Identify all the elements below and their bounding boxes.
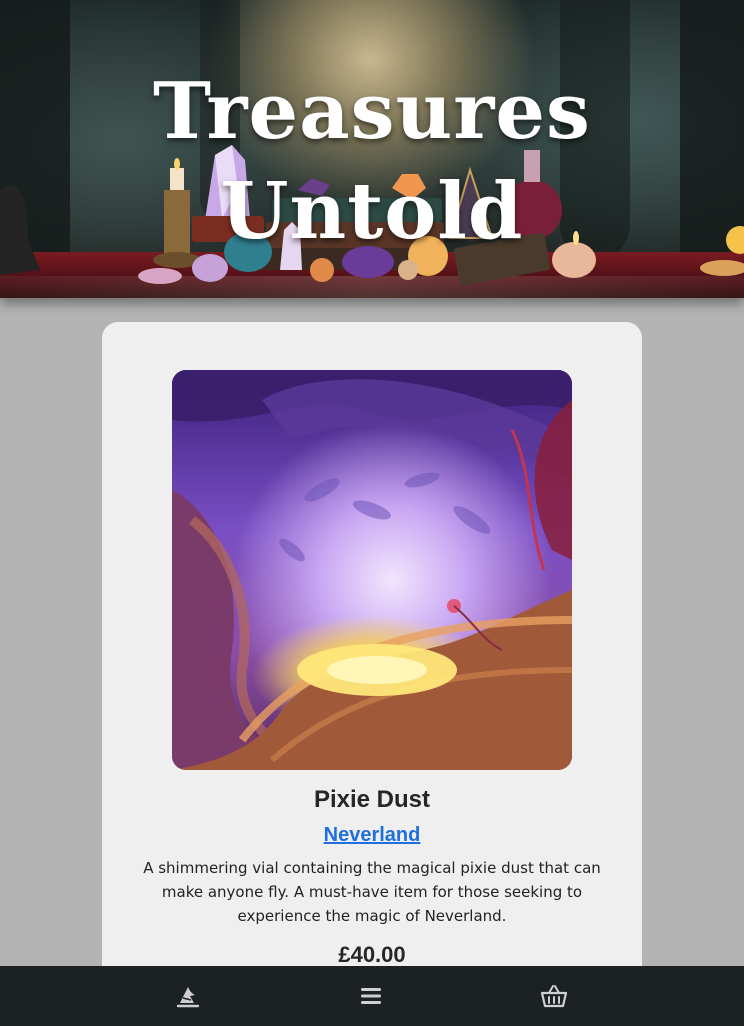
product-realm: Neverland xyxy=(102,824,642,847)
product-card: Pixie Dust Neverland A shimmering vial c… xyxy=(102,322,642,1026)
hero-banner: Treasures Untold xyxy=(0,0,744,298)
nav-menu-button[interactable] xyxy=(349,976,393,1016)
pixie-dust-illustration xyxy=(172,370,572,770)
menu-icon xyxy=(361,988,381,1004)
site-title: Treasures Untold xyxy=(153,66,591,257)
product-description: A shimmering vial containing the magical… xyxy=(143,859,601,925)
product-title: Pixie Dust xyxy=(313,786,431,813)
nav-home-button[interactable] xyxy=(166,976,210,1016)
basket-icon xyxy=(540,985,568,1008)
product-image xyxy=(172,370,572,770)
bottom-nav xyxy=(0,966,744,1026)
nav-basket-button[interactable] xyxy=(532,976,576,1016)
realm-link[interactable]: Neverland xyxy=(324,824,421,846)
page: Treasures Untold Pixie Dust Neverland A … xyxy=(0,0,744,1026)
product-price: £40.00 xyxy=(338,942,406,967)
wizard-hat-icon xyxy=(176,987,200,1008)
